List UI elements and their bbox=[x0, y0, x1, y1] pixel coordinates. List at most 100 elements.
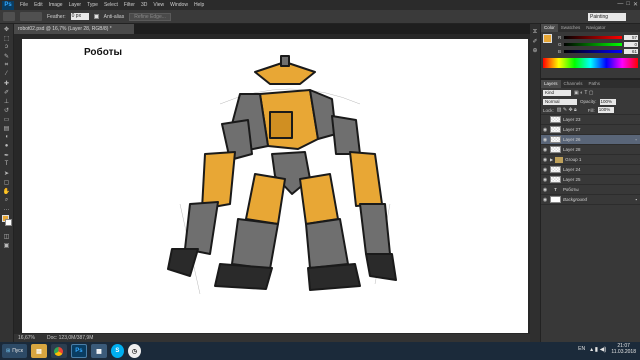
photoshop-taskbar-icon[interactable]: Ps bbox=[70, 344, 87, 358]
start-button[interactable]: ⊞ Пуск bbox=[2, 344, 27, 358]
color-spectrum[interactable] bbox=[543, 58, 638, 68]
menu-image[interactable]: Image bbox=[46, 2, 66, 8]
history-panel-icon[interactable]: ⧖ bbox=[530, 28, 540, 36]
tab-layers[interactable]: Layers bbox=[541, 80, 561, 88]
tray-icons[interactable]: ▴ ▮ ◀) bbox=[590, 346, 606, 353]
layer-row[interactable]: ◉ Layer 25 bbox=[541, 175, 640, 185]
lock-icons[interactable]: ▧ ✎ ✥ 🔒︎ bbox=[557, 107, 577, 113]
quick-select-tool-icon[interactable]: ✎ bbox=[2, 52, 12, 60]
hand-tool-icon[interactable]: ✋ bbox=[2, 187, 12, 195]
visibility-eye-icon[interactable]: ◉ bbox=[542, 187, 548, 193]
dodge-tool-icon[interactable]: ● bbox=[2, 142, 12, 150]
layer-row[interactable]: ◉ Layer 28 bbox=[541, 145, 640, 155]
quick-mask-icon[interactable]: ◫ bbox=[2, 232, 12, 240]
chrome-taskbar-icon[interactable] bbox=[50, 344, 67, 358]
pen-tool-icon[interactable]: ✒ bbox=[2, 151, 12, 159]
close-button[interactable]: ✕ bbox=[633, 1, 638, 8]
anti-alias-checkbox[interactable] bbox=[93, 14, 99, 19]
language-indicator[interactable]: EN bbox=[578, 346, 585, 352]
clock-app-taskbar-icon[interactable]: ◷ bbox=[127, 344, 141, 358]
blend-mode-select[interactable]: Normal bbox=[543, 98, 577, 105]
more-tools-icon[interactable]: … bbox=[2, 205, 12, 213]
green-slider[interactable] bbox=[564, 43, 622, 46]
layer-row[interactable]: ◉ Layer 27 bbox=[541, 125, 640, 135]
background-color-swatch[interactable] bbox=[5, 219, 12, 226]
blue-slider[interactable] bbox=[564, 50, 622, 53]
shape-tool-icon[interactable]: ▢ bbox=[2, 178, 12, 186]
minimize-button[interactable]: — bbox=[617, 1, 623, 8]
menu-filter[interactable]: Filter bbox=[121, 2, 138, 8]
tab-channels[interactable]: Channels bbox=[561, 80, 586, 88]
workspace-select[interactable]: Painting bbox=[588, 13, 626, 21]
menu-view[interactable]: View bbox=[150, 2, 167, 8]
brush-tool-icon[interactable]: ✐ bbox=[2, 88, 12, 96]
clock[interactable]: 21:07 11.03.2018 bbox=[611, 343, 636, 355]
panel-foreground-swatch[interactable] bbox=[543, 34, 552, 43]
green-label: G bbox=[558, 42, 562, 47]
visibility-eye-icon[interactable]: ◉ bbox=[542, 177, 548, 183]
crop-tool-icon[interactable]: ⌗ bbox=[2, 61, 12, 69]
skype-taskbar-icon[interactable]: S bbox=[110, 344, 124, 358]
path-select-tool-icon[interactable]: ➤ bbox=[2, 169, 12, 177]
fill-input[interactable]: 100% bbox=[597, 107, 614, 113]
media-taskbar-icon[interactable]: ▦ bbox=[90, 344, 107, 358]
red-value[interactable]: 57 bbox=[624, 35, 638, 40]
group-expand-chevron-icon[interactable]: ▶ bbox=[550, 157, 553, 162]
menu-3d[interactable]: 3D bbox=[138, 2, 150, 8]
type-tool-icon[interactable]: T bbox=[2, 160, 12, 168]
menu-help[interactable]: Help bbox=[191, 2, 207, 8]
brush-panel-icon[interactable]: ✐ bbox=[530, 37, 540, 45]
history-brush-icon[interactable]: ↺ bbox=[2, 106, 12, 114]
marquee-tool-icon[interactable]: ⬚ bbox=[2, 34, 12, 42]
zoom-tool-icon[interactable]: ⌕ bbox=[2, 196, 12, 204]
menu-select[interactable]: Select bbox=[101, 2, 121, 8]
screen-mode-icon[interactable]: ▣ bbox=[2, 241, 12, 249]
tab-color[interactable]: Color bbox=[541, 24, 558, 32]
lasso-tool-icon[interactable]: ↄ bbox=[2, 43, 12, 51]
maximize-button[interactable]: □ bbox=[626, 1, 630, 8]
menu-layer[interactable]: Layer bbox=[66, 2, 85, 8]
eyedropper-tool-icon[interactable]: ⁄ bbox=[2, 70, 12, 78]
refine-edge-button[interactable]: Refine Edge... bbox=[129, 12, 171, 21]
layer-row[interactable]: ◉ Layer 24 bbox=[541, 165, 640, 175]
explorer-taskbar-icon[interactable]: ▤ bbox=[30, 344, 47, 358]
visibility-eye-icon[interactable]: ◉ bbox=[542, 147, 548, 153]
stamp-tool-icon[interactable]: ⊥ bbox=[2, 97, 12, 105]
tab-paths[interactable]: Paths bbox=[586, 80, 604, 88]
document-tab[interactable]: robot02.psd @ 16,7% (Layer 28, RGB/8) * bbox=[14, 24, 134, 34]
red-slider[interactable] bbox=[564, 36, 622, 39]
menu-type[interactable]: Type bbox=[84, 2, 101, 8]
healing-tool-icon[interactable]: ✚ bbox=[2, 79, 12, 87]
visibility-eye-icon[interactable]: ◉ bbox=[542, 127, 548, 133]
layer-row[interactable]: ◉ T Роботы bbox=[541, 185, 640, 195]
visibility-eye-icon[interactable]: ◉ bbox=[542, 157, 548, 163]
clone-source-panel-icon[interactable]: ⊕ bbox=[530, 46, 540, 54]
move-tool-icon[interactable]: ✥ bbox=[2, 25, 12, 33]
menu-file[interactable]: File bbox=[17, 2, 31, 8]
menu-edit[interactable]: Edit bbox=[31, 2, 46, 8]
visibility-eye-icon[interactable]: ◉ bbox=[542, 137, 548, 143]
blue-value[interactable]: 61 bbox=[624, 49, 638, 54]
layer-thumbnail bbox=[550, 196, 561, 203]
gradient-tool-icon[interactable]: ▤ bbox=[2, 124, 12, 132]
document-size[interactable]: Doc: 123,0M/387,9M bbox=[47, 335, 93, 341]
selection-mode-icon[interactable] bbox=[20, 12, 42, 21]
menu-window[interactable]: Window bbox=[167, 2, 191, 8]
zoom-level[interactable]: 16,67% bbox=[18, 335, 35, 341]
canvas[interactable]: Роботы bbox=[22, 39, 528, 333]
layer-row-selected[interactable]: ◉ Layer 26 ▫ bbox=[541, 135, 640, 145]
green-value[interactable]: 0 bbox=[624, 42, 638, 47]
layer-group-row[interactable]: ◉ ▶ Group 1 bbox=[541, 155, 640, 165]
visibility-eye-icon[interactable]: ◉ bbox=[542, 167, 548, 173]
layer-row[interactable]: Layer 23 bbox=[541, 115, 640, 125]
tab-navigator[interactable]: Navigator bbox=[583, 24, 608, 32]
tab-swatches[interactable]: Swatches bbox=[558, 24, 584, 32]
blur-tool-icon[interactable]: ◖ bbox=[2, 133, 12, 141]
feather-input[interactable]: 0 px bbox=[70, 13, 89, 20]
visibility-eye-icon[interactable]: ◉ bbox=[542, 197, 548, 203]
lasso-tool-preset-icon[interactable] bbox=[3, 12, 15, 21]
eraser-tool-icon[interactable]: ▭ bbox=[2, 115, 12, 123]
layer-row[interactable]: ◉ Background ▪ bbox=[541, 195, 640, 205]
opacity-input[interactable]: 100% bbox=[599, 98, 616, 105]
layer-filter-kind[interactable]: Kind bbox=[543, 89, 571, 96]
